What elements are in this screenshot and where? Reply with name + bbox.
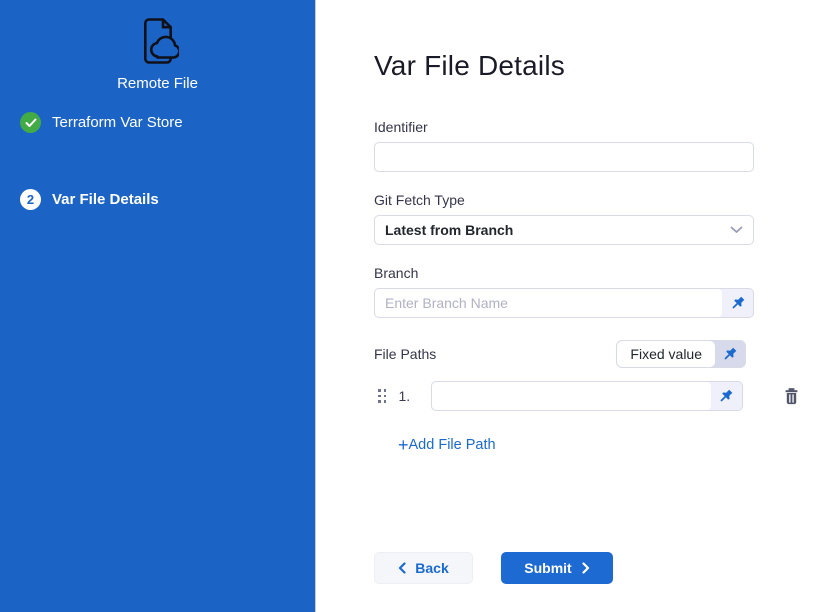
identifier-input[interactable]: [374, 142, 754, 172]
delete-file-path-button[interactable]: [783, 387, 800, 405]
remote-file-icon: [137, 16, 179, 66]
plus-icon: +: [398, 438, 409, 452]
step-number-badge: 2: [20, 189, 41, 210]
file-paths-header: File Paths Fixed value: [374, 340, 746, 368]
branch-field: Branch: [374, 265, 836, 318]
git-fetch-type-value: Latest from Branch: [385, 222, 513, 238]
file-path-input[interactable]: [432, 382, 711, 410]
store-type-label: Remote File: [0, 75, 315, 92]
pin-icon: [718, 388, 734, 404]
identifier-field: Identifier: [374, 119, 836, 172]
sidebar-step-var-file-details[interactable]: 2 Var File Details: [20, 189, 159, 210]
file-paths-label: File Paths: [374, 346, 436, 362]
file-path-index: 1.: [399, 388, 419, 404]
submit-button-label: Submit: [524, 560, 571, 576]
fixed-value-button[interactable]: Fixed value: [617, 341, 715, 367]
add-file-path-label: Add File Path: [409, 437, 496, 453]
branch-label: Branch: [374, 265, 836, 281]
chevron-down-icon: [730, 226, 743, 234]
var-file-wizard: Remote File Terraform Var Store 2 Var Fi…: [0, 0, 836, 612]
branch-input-group: [374, 288, 754, 318]
page-title: Var File Details: [374, 50, 836, 82]
step-label: Var File Details: [52, 191, 159, 208]
file-path-pin-button[interactable]: [711, 382, 742, 410]
wizard-sidebar: Remote File Terraform Var Store 2 Var Fi…: [0, 0, 316, 612]
store-type-block: Remote File: [0, 0, 315, 92]
submit-button[interactable]: Submit: [501, 552, 613, 584]
drag-handle-icon[interactable]: [378, 389, 387, 403]
chevron-right-icon: [582, 562, 590, 574]
file-path-row: 1.: [374, 381, 836, 411]
step-label: Terraform Var Store: [52, 114, 183, 131]
git-fetch-type-label: Git Fetch Type: [374, 192, 836, 208]
file-path-input-group: [431, 381, 743, 411]
git-fetch-type-select[interactable]: Latest from Branch: [374, 215, 754, 245]
file-paths-pin-button[interactable]: [715, 341, 745, 367]
trash-icon: [783, 387, 800, 405]
wizard-footer: Back Submit: [374, 552, 613, 584]
back-button-label: Back: [415, 560, 448, 576]
identifier-label: Identifier: [374, 119, 836, 135]
add-file-path-button[interactable]: + Add File Path: [398, 437, 496, 453]
chevron-left-icon: [398, 562, 406, 574]
file-paths-input-type-control: Fixed value: [616, 340, 746, 368]
sidebar-step-terraform-var-store[interactable]: Terraform Var Store: [20, 112, 183, 133]
var-file-details-panel: Var File Details Identifier Git Fetch Ty…: [316, 0, 836, 612]
branch-input[interactable]: [375, 289, 722, 317]
pin-icon: [730, 295, 746, 311]
back-button[interactable]: Back: [374, 552, 473, 584]
pin-icon: [722, 346, 738, 362]
branch-pin-button[interactable]: [722, 289, 753, 317]
git-fetch-type-field: Git Fetch Type Latest from Branch: [374, 192, 836, 245]
check-icon: [20, 112, 41, 133]
